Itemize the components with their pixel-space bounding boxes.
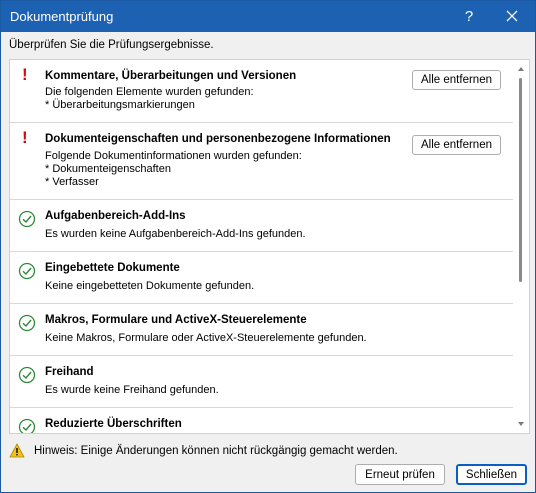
- result-row: Makros, Formulare und ActiveX-Steuerelem…: [10, 304, 513, 356]
- intro-text: Überprüfen Sie die Prüfungsergebnisse.: [9, 39, 214, 51]
- result-description: Keine Makros, Formulare oder ActiveX-Ste…: [45, 332, 367, 344]
- result-row: Aufgabenbereich-Add-Ins Es wurden keine …: [10, 200, 513, 252]
- warning-triangle-icon: [9, 443, 25, 458]
- close-window-button[interactable]: [492, 1, 532, 32]
- hint-text: Hinweis: Einige Änderungen können nicht …: [34, 445, 398, 457]
- exclamation-icon: !: [22, 65, 28, 84]
- result-title: Freihand: [45, 366, 94, 378]
- result-description: Es wurde keine Freihand gefunden.: [45, 384, 219, 396]
- result-title: Makros, Formulare und ActiveX-Steuerelem…: [45, 314, 307, 326]
- result-description: * Dokumenteigenschaften: [45, 163, 171, 175]
- scrollbar-thumb[interactable]: [519, 78, 522, 282]
- remove-all-button[interactable]: Alle entfernen: [412, 70, 501, 90]
- result-title: Kommentare, Überarbeitungen und Versione…: [45, 70, 297, 82]
- check-circle-icon: [18, 210, 36, 228]
- exclamation-icon: !: [22, 128, 28, 147]
- check-circle-icon: [18, 262, 36, 280]
- close-icon: [506, 10, 518, 22]
- document-inspector-dialog: Dokumentprüfung ? Überprüfen Sie die Prü…: [0, 0, 536, 493]
- result-description: * Verfasser: [45, 176, 99, 188]
- result-description: Folgende Dokumentinformationen wurden ge…: [45, 150, 302, 162]
- result-row: ! Kommentare, Überarbeitungen und Versio…: [10, 60, 513, 123]
- remove-all-button[interactable]: Alle entfernen: [412, 135, 501, 155]
- result-row: Reduzierte Überschriften: [10, 408, 513, 433]
- scroll-up-icon[interactable]: [517, 65, 525, 73]
- result-row: Eingebettete Dokumente Keine eingebettet…: [10, 252, 513, 304]
- result-description: Die folgenden Elemente wurden gefunden:: [45, 86, 254, 98]
- scroll-down-icon[interactable]: [517, 420, 525, 428]
- result-description: Keine eingebetteten Dokumente gefunden.: [45, 280, 255, 292]
- result-row: Freihand Es wurde keine Freihand gefunde…: [10, 356, 513, 408]
- result-title: Aufgabenbereich-Add-Ins: [45, 210, 186, 222]
- results-list[interactable]: ! Kommentare, Überarbeitungen und Versio…: [9, 59, 530, 434]
- help-button[interactable]: ?: [449, 1, 489, 32]
- result-row: ! Dokumenteigenschaften und personenbezo…: [10, 123, 513, 200]
- result-description: Es wurden keine Aufgabenbereich-Add-Ins …: [45, 228, 306, 240]
- dialog-title: Dokumentprüfung: [10, 9, 114, 24]
- result-title: Dokumenteigenschaften und personenbezoge…: [45, 133, 391, 145]
- check-circle-icon: [18, 366, 36, 384]
- close-button[interactable]: Schließen: [456, 464, 527, 485]
- title-bar: Dokumentprüfung ?: [1, 1, 535, 32]
- check-circle-icon: [18, 418, 36, 433]
- recheck-button[interactable]: Erneut prüfen: [355, 464, 445, 485]
- result-title: Eingebettete Dokumente: [45, 262, 180, 274]
- result-description: * Überarbeitungsmarkierungen: [45, 99, 195, 111]
- result-title: Reduzierte Überschriften: [45, 418, 182, 430]
- check-circle-icon: [18, 314, 36, 332]
- vertical-scrollbar[interactable]: [515, 60, 529, 433]
